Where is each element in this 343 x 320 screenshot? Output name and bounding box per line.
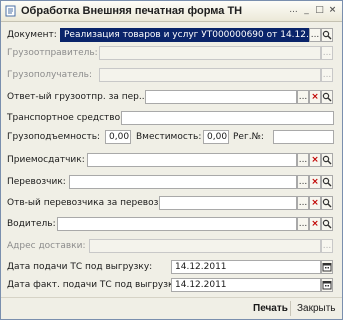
consignee-label: Грузополучатель: [7, 70, 92, 80]
ellipsis-icon: ... [322, 241, 332, 251]
document-open-button[interactable] [321, 28, 333, 42]
receiver-open-button[interactable] [321, 153, 333, 167]
form-window: Обработка Внешняя печатная форма ТН ... … [0, 0, 343, 320]
capacity-field[interactable]: 0,00 [105, 130, 131, 144]
magnifier-icon [322, 198, 332, 208]
actual-load-date-label: Дата факт. подачи ТС под выгрузку: [7, 280, 182, 290]
shipper-field [99, 46, 321, 60]
shipper-label: Грузоотправитель: [7, 48, 98, 58]
close-icon: × [311, 92, 319, 102]
volume-field[interactable]: 0,00 [203, 130, 229, 144]
responsible-carrier-label: Отв-ый перевозчика за перевозку: [7, 198, 173, 208]
magnifier-icon [322, 177, 332, 187]
ellipsis-icon: ... [298, 177, 308, 187]
shipper-select-button: ... [321, 46, 333, 60]
calendar-icon [322, 263, 332, 272]
title-bar[interactable]: Обработка Внешняя печатная форма ТН ... … [1, 1, 342, 22]
receiver-field[interactable] [87, 153, 297, 167]
actual-load-date-field[interactable]: 14.12.2011 [171, 278, 321, 292]
ellipsis-icon: ... [322, 48, 332, 58]
title-menu-button[interactable]: ... [288, 5, 299, 16]
consignee-select-button: ... [321, 68, 333, 82]
delivery-address-select-button: ... [321, 239, 333, 253]
load-date-label: Дата подачи ТС под выгрузку: [7, 262, 153, 272]
ellipsis-icon: ... [298, 92, 308, 102]
transport-field[interactable] [121, 111, 334, 125]
responsible-carrier-field[interactable] [159, 196, 297, 210]
magnifier-icon [322, 30, 332, 40]
carrier-field[interactable] [69, 175, 297, 189]
volume-label: Вместимость: [136, 132, 202, 142]
close-icon: × [311, 219, 319, 229]
magnifier-icon [322, 92, 332, 102]
document-form-icon [5, 5, 16, 17]
receiver-select-button[interactable]: ... [297, 153, 309, 167]
carrier-select-button[interactable]: ... [297, 175, 309, 189]
calendar-icon [322, 281, 332, 290]
print-button[interactable]: Печать [253, 302, 288, 315]
close-icon: × [311, 198, 319, 208]
delivery-address-field [89, 239, 321, 253]
ellipsis-icon: ... [298, 155, 308, 165]
responsible-shipper-label: Ответ-ый грузоотпр. за пер... [7, 92, 148, 102]
regno-label: Рег.№: [233, 132, 264, 142]
responsible-shipper-open-button[interactable] [321, 90, 333, 104]
magnifier-icon [322, 155, 332, 165]
driver-select-button[interactable]: ... [297, 217, 309, 231]
ellipsis-icon: ... [310, 30, 320, 40]
capacity-label: Грузоподъемность: [7, 132, 101, 142]
carrier-open-button[interactable] [321, 175, 333, 189]
responsible-carrier-open-button[interactable] [321, 196, 333, 210]
responsible-carrier-select-button[interactable]: ... [297, 196, 309, 210]
document-field[interactable]: Реализация товаров и услуг УТ000000690 о… [60, 28, 309, 42]
document-select-button[interactable]: ... [309, 28, 321, 42]
window-title: Обработка Внешняя печатная форма ТН [21, 5, 243, 17]
responsible-carrier-clear-button[interactable]: × [309, 196, 321, 210]
driver-label: Водитель: [7, 219, 56, 229]
ellipsis-icon: ... [322, 70, 332, 80]
ellipsis-icon: ... [298, 219, 308, 229]
transport-label: Транспортное средство: [7, 113, 124, 123]
regno-field[interactable] [273, 130, 334, 144]
responsible-shipper-field[interactable] [145, 90, 297, 104]
driver-open-button[interactable] [321, 217, 333, 231]
carrier-clear-button[interactable]: × [309, 175, 321, 189]
load-date-field[interactable]: 14.12.2011 [171, 260, 321, 274]
document-label: Документ: [7, 30, 57, 40]
consignee-field [99, 68, 321, 82]
delivery-address-label: Адрес доставки: [7, 241, 86, 251]
driver-field[interactable] [57, 217, 297, 231]
carrier-label: Перевозчик: [7, 177, 66, 187]
close-icon: × [311, 177, 319, 187]
footer-separator [1, 297, 342, 298]
footer-button-divider [290, 301, 291, 316]
load-date-calendar-button[interactable] [321, 260, 333, 274]
receiver-label: Приемосдатчик: [7, 155, 85, 165]
close-window-button[interactable]: × [327, 5, 338, 16]
magnifier-icon [322, 219, 332, 229]
responsible-shipper-select-button[interactable]: ... [297, 90, 309, 104]
actual-load-date-calendar-button[interactable] [321, 278, 333, 292]
ellipsis-icon: ... [298, 198, 308, 208]
driver-clear-button[interactable]: × [309, 217, 321, 231]
responsible-shipper-clear-button[interactable]: × [309, 90, 321, 104]
maximize-button[interactable]: □ [314, 5, 325, 16]
minimize-button[interactable]: _ [301, 5, 312, 16]
close-button[interactable]: Закрыть [297, 302, 336, 315]
close-icon: × [311, 155, 319, 165]
receiver-clear-button[interactable]: × [309, 153, 321, 167]
